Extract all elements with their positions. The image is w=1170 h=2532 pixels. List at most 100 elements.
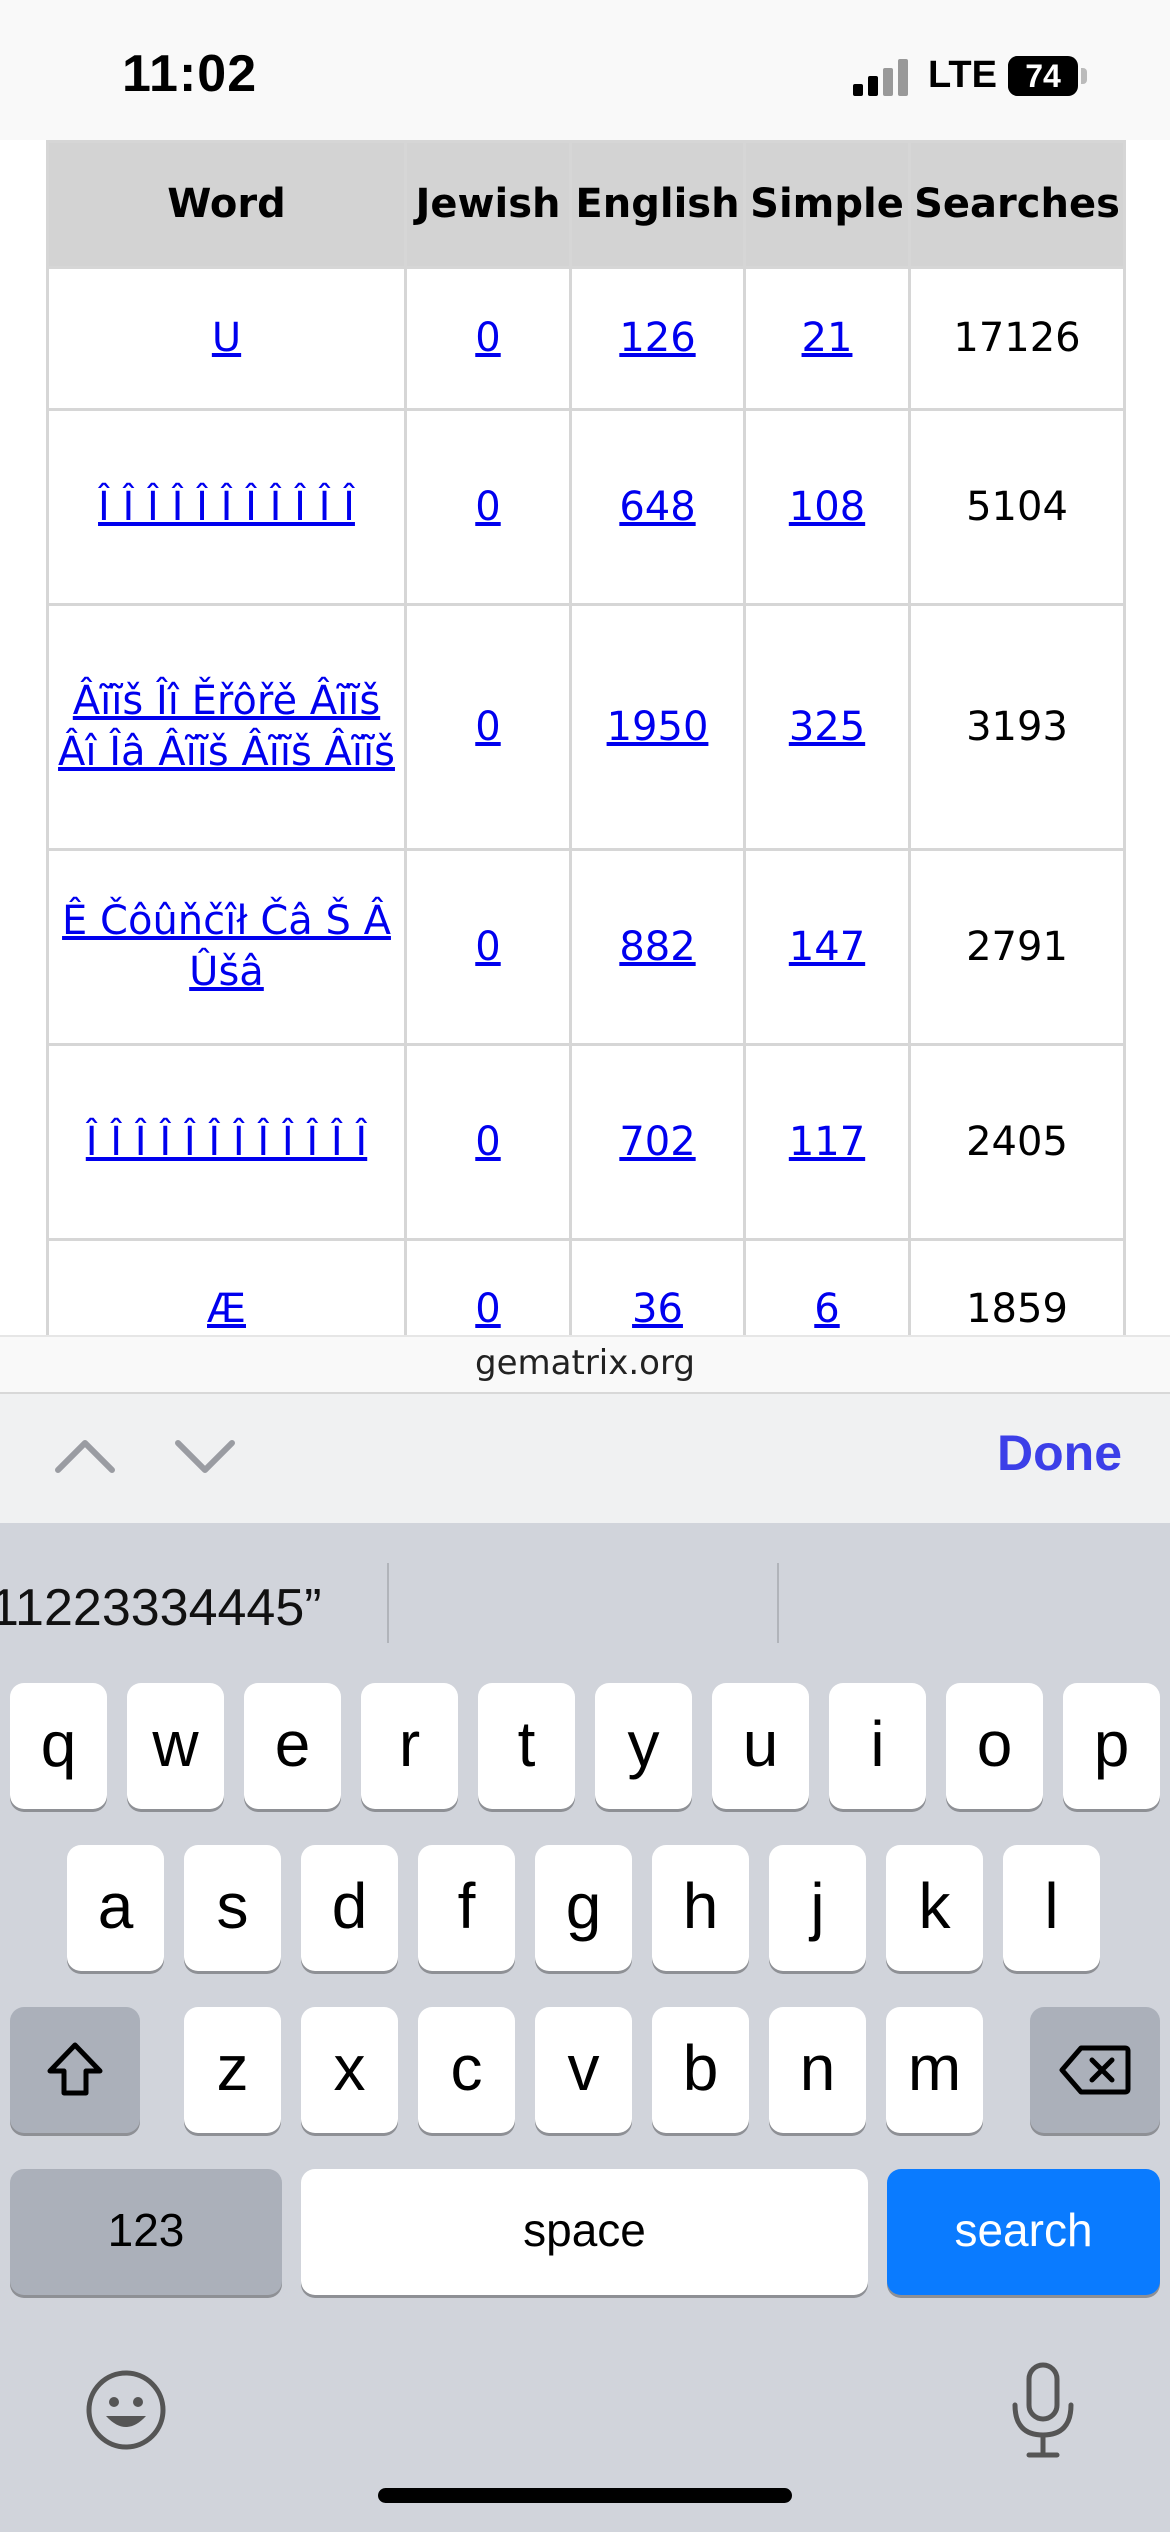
header-word: Word	[46, 140, 407, 269]
key-e[interactable]: e	[244, 1683, 341, 1809]
space-key[interactable]: space	[301, 2169, 868, 2295]
word-link[interactable]: Æ	[207, 1286, 246, 1332]
emoji-icon[interactable]	[84, 2368, 168, 2452]
jewish-link[interactable]: 0	[475, 484, 500, 530]
key-h[interactable]: h	[652, 1845, 749, 1971]
key-l[interactable]: l	[1003, 1845, 1100, 1971]
done-button[interactable]: Done	[997, 1424, 1122, 1482]
key-r[interactable]: r	[361, 1683, 458, 1809]
word-cell: Ê Čôûňčîł Čâ Š Â Ûšâ	[46, 848, 407, 1046]
chevron-up-icon[interactable]	[50, 1426, 120, 1486]
key-c[interactable]: c	[418, 2007, 515, 2133]
english-link[interactable]: 36	[632, 1286, 683, 1332]
simple-link[interactable]: 6	[814, 1286, 839, 1332]
searches-cell: 3193	[908, 603, 1126, 851]
english-cell: 882	[569, 848, 746, 1046]
searches-cell: 1859	[908, 1238, 1126, 1335]
jewish-link[interactable]: 0	[475, 1119, 500, 1165]
suggestion-1[interactable]: 11223334445”	[0, 1578, 322, 1638]
table-row: U 0 126 21 17126	[46, 266, 1126, 411]
key-x[interactable]: x	[301, 2007, 398, 2133]
english-cell: 126	[569, 266, 746, 411]
table-row: Î Î Î Î Î Î Î Î Î Î Î Î 0 702 117 2405	[46, 1043, 1126, 1241]
numbers-key[interactable]: 123	[10, 2169, 282, 2295]
word-link[interactable]: Î Î Î Î Î Î Î Î Î Î Î	[98, 484, 355, 530]
simple-cell: 108	[743, 408, 911, 606]
english-link[interactable]: 702	[619, 1119, 695, 1165]
searches-cell: 5104	[908, 408, 1126, 606]
url-bar[interactable]: gematrix.org	[0, 1335, 1170, 1392]
key-a[interactable]: a	[67, 1845, 164, 1971]
battery-percent: 74	[1025, 58, 1061, 94]
network-type: LTE	[928, 54, 997, 96]
simple-link[interactable]: 147	[789, 924, 865, 970]
simple-cell: 21	[743, 266, 911, 411]
key-o[interactable]: o	[946, 1683, 1043, 1809]
key-i[interactable]: i	[829, 1683, 926, 1809]
word-cell: Î Î Î Î Î Î Î Î Î Î Î Î	[46, 1043, 407, 1241]
english-cell: 702	[569, 1043, 746, 1241]
battery-icon: 74	[1008, 56, 1078, 96]
search-key[interactable]: search	[887, 2169, 1160, 2295]
key-y[interactable]: y	[595, 1683, 692, 1809]
header-english: English	[569, 140, 746, 269]
key-p[interactable]: p	[1063, 1683, 1160, 1809]
table-row: Æ 0 36 6 1859	[46, 1238, 1126, 1335]
key-f[interactable]: f	[418, 1845, 515, 1971]
table-header-row: Word Jewish English Simple Searches	[46, 140, 1126, 269]
shift-key[interactable]	[10, 2007, 140, 2133]
simple-link[interactable]: 21	[802, 315, 853, 361]
english-link[interactable]: 882	[619, 924, 695, 970]
searches-cell: 2791	[908, 848, 1126, 1046]
header-jewish: Jewish	[404, 140, 572, 269]
keyboard: 11223334445” q w e r t y u i o p a s d f…	[0, 1523, 1170, 2532]
key-k[interactable]: k	[886, 1845, 983, 1971]
jewish-link[interactable]: 0	[475, 704, 500, 750]
key-q[interactable]: q	[10, 1683, 107, 1809]
jewish-cell: 0	[404, 408, 572, 606]
table-row: Âĩĩš Îî Ěřôřě Âĩĩš Âî Îâ Âĩĩš Âĩĩš Âĩĩš …	[46, 603, 1126, 851]
word-link[interactable]: Ê Čôûňčîł Čâ Š Â Ûšâ	[62, 898, 391, 995]
simple-link[interactable]: 325	[789, 704, 865, 750]
key-v[interactable]: v	[535, 2007, 632, 2133]
jewish-link[interactable]: 0	[475, 315, 500, 361]
key-s[interactable]: s	[184, 1845, 281, 1971]
jewish-cell: 0	[404, 1043, 572, 1241]
english-link[interactable]: 1950	[607, 704, 709, 750]
web-content[interactable]: Word Jewish English Simple Searches U 0 …	[0, 140, 1170, 1335]
key-m[interactable]: m	[886, 2007, 983, 2133]
key-w[interactable]: w	[127, 1683, 224, 1809]
key-n[interactable]: n	[769, 2007, 866, 2133]
jewish-link[interactable]: 0	[475, 924, 500, 970]
home-indicator	[378, 2488, 792, 2503]
status-time: 11:02	[122, 45, 258, 103]
word-link[interactable]: Î Î Î Î Î Î Î Î Î Î Î Î	[86, 1119, 367, 1165]
english-link[interactable]: 126	[619, 315, 695, 361]
simple-link[interactable]: 108	[789, 484, 865, 530]
url-domain: gematrix.org	[475, 1343, 695, 1383]
simple-cell: 117	[743, 1043, 911, 1241]
simple-cell: 6	[743, 1238, 911, 1335]
backspace-key[interactable]	[1030, 2007, 1160, 2133]
jewish-cell: 0	[404, 848, 572, 1046]
simple-cell: 325	[743, 603, 911, 851]
searches-cell: 2405	[908, 1043, 1126, 1241]
battery-cap	[1081, 68, 1087, 84]
chevron-down-icon[interactable]	[170, 1426, 240, 1486]
jewish-link[interactable]: 0	[475, 1286, 500, 1332]
backspace-icon	[1059, 2045, 1131, 2095]
english-cell: 36	[569, 1238, 746, 1335]
simple-link[interactable]: 117	[789, 1119, 865, 1165]
microphone-icon[interactable]	[1003, 2361, 1083, 2461]
word-link[interactable]: U	[212, 315, 241, 361]
key-t[interactable]: t	[478, 1683, 575, 1809]
key-b[interactable]: b	[652, 2007, 749, 2133]
shift-icon	[47, 2042, 103, 2096]
key-u[interactable]: u	[712, 1683, 809, 1809]
english-link[interactable]: 648	[619, 484, 695, 530]
word-link[interactable]: Âĩĩš Îî Ěřôřě Âĩĩš Âî Îâ Âĩĩš Âĩĩš Âĩĩš	[58, 678, 395, 775]
key-d[interactable]: d	[301, 1845, 398, 1971]
key-z[interactable]: z	[184, 2007, 281, 2133]
key-g[interactable]: g	[535, 1845, 632, 1971]
key-j[interactable]: j	[769, 1845, 866, 1971]
